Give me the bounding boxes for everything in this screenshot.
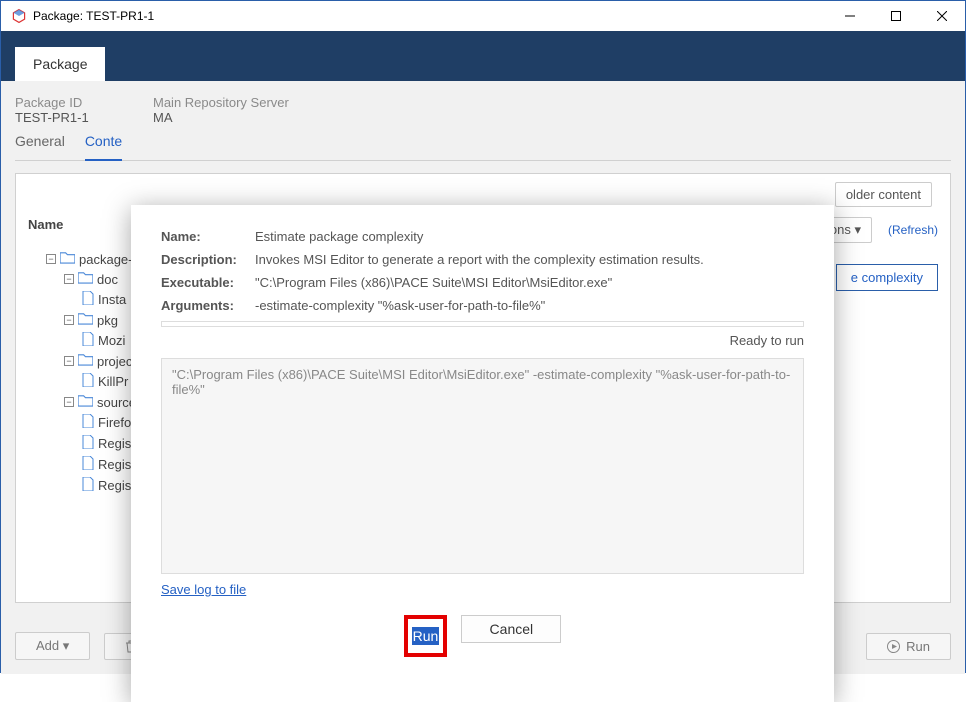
log-textbox[interactable]: "C:\Program Files (x86)\PACE Suite\MSI E…: [161, 358, 804, 574]
dialog-desc-label: Description:: [161, 252, 255, 267]
folder-icon: [78, 353, 93, 369]
folder-icon: [78, 394, 93, 410]
minimize-button[interactable]: [827, 1, 873, 31]
collapse-icon[interactable]: −: [46, 254, 56, 264]
highlight-box: Run: [404, 615, 448, 657]
file-icon: [82, 291, 94, 308]
dialog-args-value: -estimate-complexity "%ask-user-for-path…: [255, 298, 804, 313]
dialog-name-label: Name:: [161, 229, 255, 244]
dialog-exe-label: Executable:: [161, 275, 255, 290]
collapse-icon[interactable]: −: [64, 274, 74, 284]
dialog-cancel-button[interactable]: Cancel: [461, 615, 561, 643]
subtab-general[interactable]: General: [15, 131, 65, 160]
file-icon: [82, 477, 94, 494]
repo-server-value: MA: [153, 110, 289, 125]
tab-package[interactable]: Package: [15, 47, 105, 81]
run-dialog: Name:Estimate package complexity Descrip…: [131, 205, 834, 702]
add-button[interactable]: Add ▾: [15, 632, 90, 660]
folder-icon: [78, 271, 93, 287]
close-button[interactable]: [919, 1, 965, 31]
sub-tab-strip: General Conte: [15, 131, 951, 161]
title-bar: Package: TEST-PR1-1: [1, 1, 965, 31]
dialog-args-label: Arguments:: [161, 298, 255, 313]
file-icon: [82, 414, 94, 431]
bottom-run-button[interactable]: Run: [866, 633, 951, 660]
file-icon: [82, 373, 94, 390]
collapse-icon[interactable]: −: [64, 315, 74, 325]
subtab-content[interactable]: Conte: [85, 131, 122, 161]
file-icon: [82, 456, 94, 473]
folder-icon: [78, 312, 93, 328]
window-title: Package: TEST-PR1-1: [33, 9, 154, 23]
maximize-button[interactable]: [873, 1, 919, 31]
main-content: Package ID TEST-PR1-1 Main Repository Se…: [1, 81, 965, 674]
folder-icon: [60, 251, 75, 267]
file-icon: [82, 332, 94, 349]
save-log-link[interactable]: Save log to file: [161, 582, 246, 597]
file-icon: [82, 435, 94, 452]
main-tab-strip: Package: [1, 31, 965, 81]
name-column-header: Name: [28, 217, 63, 243]
refresh-link[interactable]: (Refresh): [888, 223, 938, 237]
estimate-complexity-button[interactable]: e complexity: [836, 264, 938, 291]
app-logo-icon: [11, 8, 27, 24]
dialog-exe-value: "C:\Program Files (x86)\PACE Suite\MSI E…: [255, 275, 804, 290]
collapse-icon[interactable]: −: [64, 397, 74, 407]
folder-content-button[interactable]: older content: [835, 182, 932, 207]
dialog-name-value: Estimate package complexity: [255, 229, 804, 244]
progress-bar: [161, 321, 804, 327]
status-text: Ready to run: [161, 333, 804, 348]
package-id-value: TEST-PR1-1: [15, 110, 125, 125]
repo-server-label: Main Repository Server: [153, 95, 289, 110]
package-id-label: Package ID: [15, 95, 125, 110]
collapse-icon[interactable]: −: [64, 356, 74, 366]
dialog-run-button[interactable]: Run: [412, 627, 440, 645]
play-icon: [887, 640, 900, 653]
dialog-desc-value: Invokes MSI Editor to generate a report …: [255, 252, 804, 267]
